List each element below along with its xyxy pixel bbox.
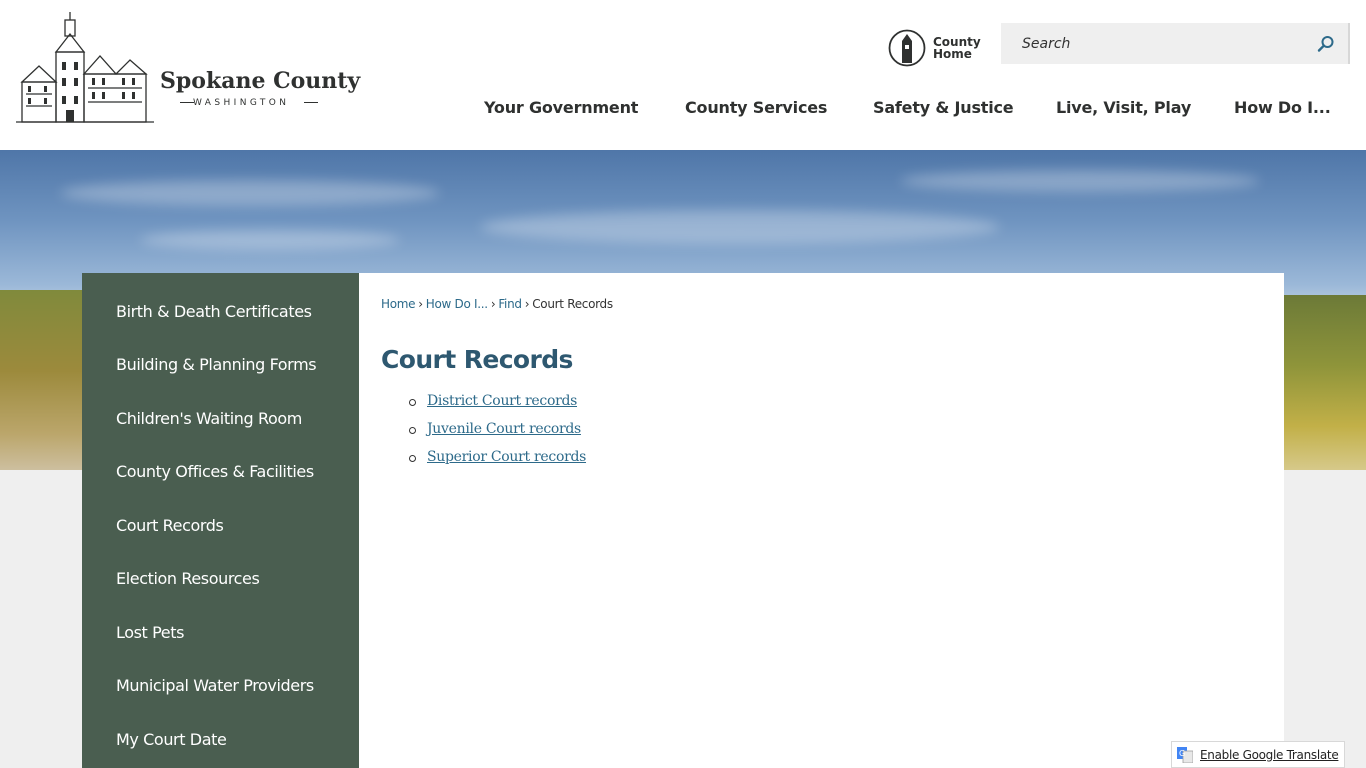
nav-how-do-i[interactable]: How Do I... (1234, 98, 1331, 117)
list-item: Superior Court records (409, 449, 586, 477)
sidebar-item-birth-death-certificates[interactable]: Birth & Death Certificates (116, 302, 312, 321)
breadcrumb-current: Court Records (532, 297, 613, 311)
sidebar-nav: Birth & Death Certificates Building & Pl… (82, 273, 359, 768)
sidebar-item-county-offices-facilities[interactable]: County Offices & Facilities (116, 462, 314, 481)
search-icon (1317, 36, 1334, 52)
site-logo[interactable]: Spokane County WASHINGTON (14, 12, 360, 128)
logo-rule-left (180, 102, 194, 103)
logo-rule-right (304, 102, 318, 103)
list-item: District Court records (409, 393, 586, 421)
breadcrumb: Home › How Do I... › Find › Court Records (381, 297, 613, 311)
breadcrumb-how-do-i[interactable]: How Do I... (426, 297, 488, 311)
search-button[interactable] (1313, 31, 1339, 57)
google-translate-button[interactable]: G Enable Google Translate (1171, 741, 1345, 768)
site-header: Spokane County WASHINGTON County Home Yo… (0, 0, 1366, 150)
court-records-list: District Court records Juvenile Court re… (409, 393, 586, 477)
breadcrumb-home[interactable]: Home (381, 297, 416, 311)
district-court-records-link[interactable]: District Court records (427, 393, 577, 409)
banner-cloud (900, 170, 1260, 192)
county-home-icon (888, 29, 926, 67)
juvenile-court-records-link[interactable]: Juvenile Court records (427, 421, 581, 437)
svg-text:G: G (1179, 749, 1185, 758)
sidebar-item-my-court-date[interactable]: My Court Date (116, 730, 227, 749)
banner-cloud (480, 210, 1000, 244)
sidebar-item-building-planning-forms[interactable]: Building & Planning Forms (116, 355, 317, 374)
breadcrumb-separator: › (490, 297, 496, 311)
nav-your-government[interactable]: Your Government (484, 98, 638, 117)
county-home-label: County Home (933, 36, 981, 61)
nav-safety-justice[interactable]: Safety & Justice (873, 98, 1014, 117)
county-home-line2: Home (933, 47, 972, 61)
google-translate-icon: G (1177, 746, 1193, 763)
main-content: Home › How Do I... › Find › Court Records Cour… (359, 273, 1284, 768)
logo-title: Spokane County (160, 68, 361, 94)
nav-county-services[interactable]: County Services (685, 98, 827, 117)
courthouse-icon (16, 12, 154, 123)
sidebar-item-court-records[interactable]: Court Records (116, 516, 224, 535)
sidebar-item-childrens-waiting-room[interactable]: Children's Waiting Room (116, 409, 302, 428)
logo-subtitle: WASHINGTON (193, 98, 290, 108)
google-translate-label: Enable Google Translate (1200, 747, 1339, 762)
banner-field-right (1270, 295, 1366, 470)
search-box (1001, 23, 1350, 64)
search-input[interactable] (1001, 23, 1301, 64)
banner-cloud (140, 230, 400, 250)
sidebar-item-lost-pets[interactable]: Lost Pets (116, 623, 184, 642)
banner-cloud (60, 180, 440, 206)
breadcrumb-separator: › (524, 297, 530, 311)
breadcrumb-separator: › (418, 297, 423, 311)
breadcrumb-find[interactable]: Find (498, 297, 522, 311)
sidebar-item-election-resources[interactable]: Election Resources (116, 569, 260, 588)
county-home-link[interactable]: County Home (888, 28, 981, 68)
sidebar-item-municipal-water-providers[interactable]: Municipal Water Providers (116, 676, 314, 695)
page-title: Court Records (381, 345, 573, 374)
nav-live-visit-play[interactable]: Live, Visit, Play (1056, 98, 1191, 117)
list-item: Juvenile Court records (409, 421, 586, 449)
superior-court-records-link[interactable]: Superior Court records (427, 449, 586, 465)
